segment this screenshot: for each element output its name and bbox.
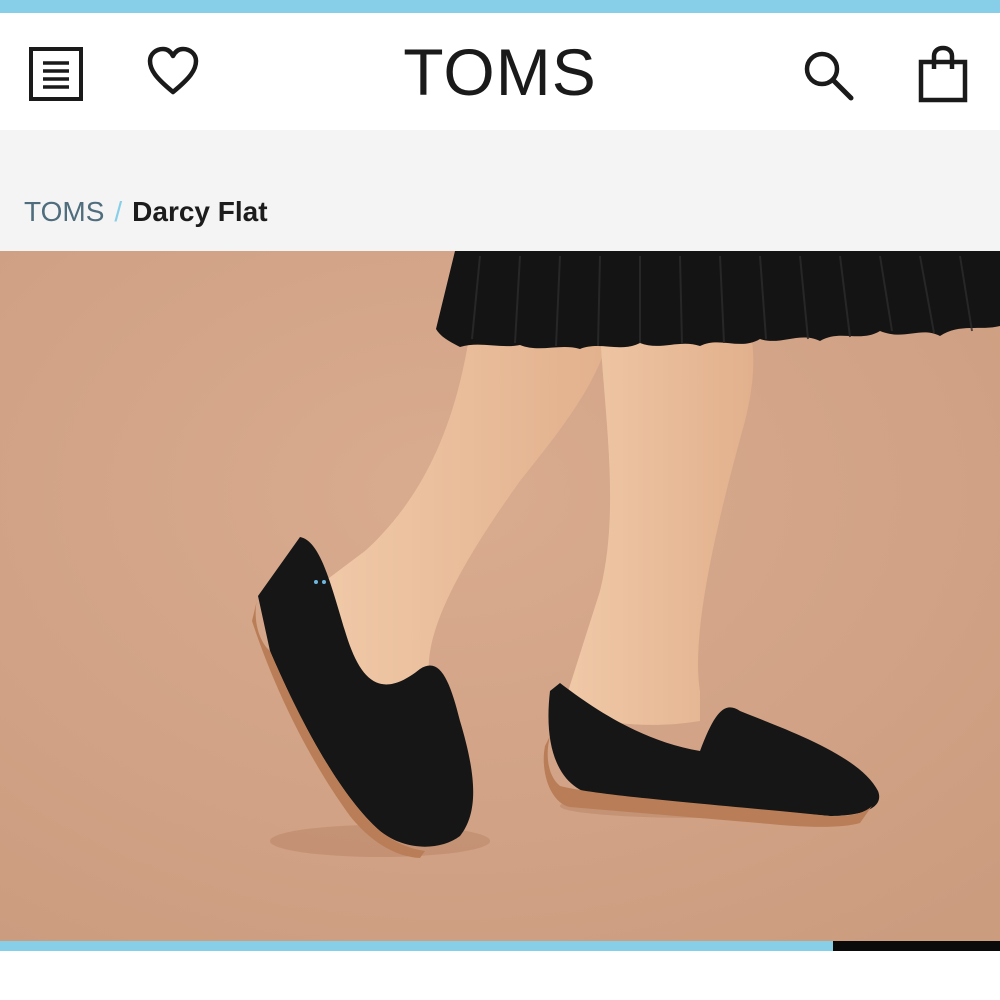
gallery-progress-bar xyxy=(0,941,1000,951)
product-hero-image[interactable] xyxy=(0,251,1000,941)
product-photo xyxy=(0,251,1000,941)
breadcrumb-current-page: Darcy Flat xyxy=(132,196,268,227)
search-icon[interactable] xyxy=(800,47,856,103)
breadcrumb-bar: TOMS / Darcy Flat xyxy=(0,130,1000,251)
content-below-fold xyxy=(0,951,1000,1000)
shopping-bag-icon[interactable] xyxy=(917,45,969,103)
site-header: TOMS xyxy=(0,13,1000,130)
gallery-progress-fill xyxy=(0,941,833,951)
top-accent-strip xyxy=(0,0,1000,13)
breadcrumb: TOMS / Darcy Flat xyxy=(24,195,268,229)
breadcrumb-separator: / xyxy=(114,196,123,227)
breadcrumb-home-link[interactable]: TOMS xyxy=(24,196,104,227)
